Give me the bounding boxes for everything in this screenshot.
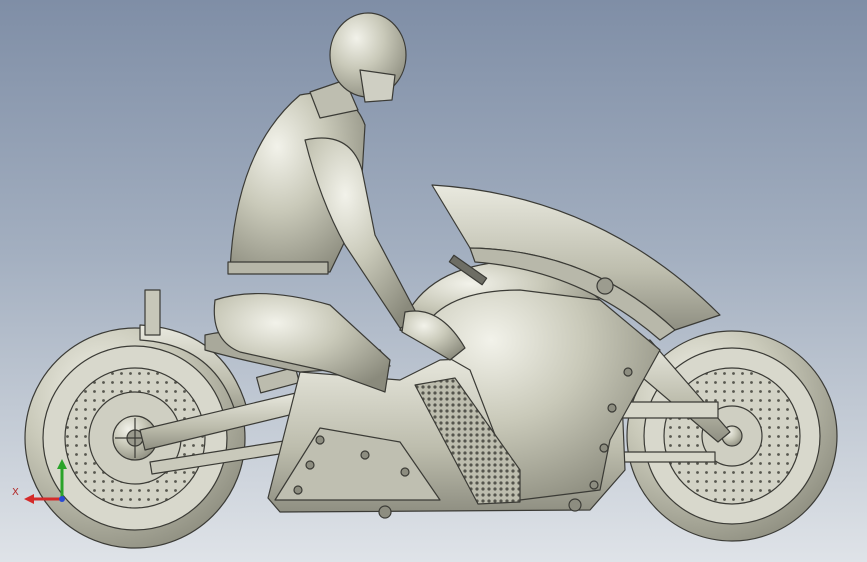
rider[interactable] (213, 12, 466, 393)
rear-bracket (144, 289, 161, 336)
x-axis-label: X (12, 487, 19, 498)
coordinate-triad: X (12, 459, 67, 504)
rider-visor (359, 69, 396, 103)
motorcycle-rider-model[interactable] (0, 0, 867, 562)
mirror-knob (596, 277, 614, 295)
rider-belt (227, 261, 329, 275)
x-axis-arrowhead (24, 494, 34, 504)
z-axis-dot (59, 496, 65, 502)
cad-graphics-area[interactable]: X (0, 0, 867, 562)
y-axis-arrowhead (57, 459, 67, 469)
